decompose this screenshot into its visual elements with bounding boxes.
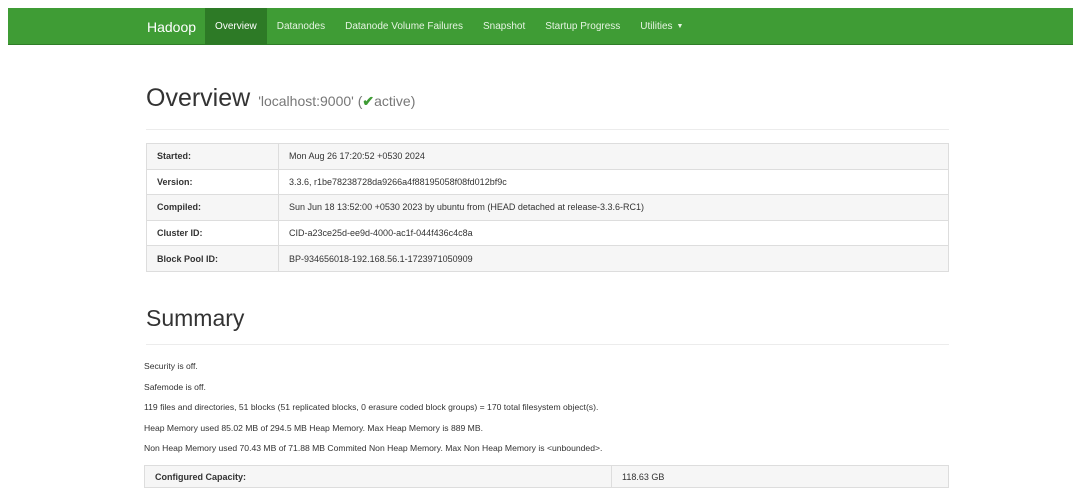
table-row: Cluster ID: CID-a23ce25d-ee9d-4000-ac1f-… <box>146 219 949 247</box>
table-row: Started: Mon Aug 26 17:20:52 +0530 2024 <box>146 143 949 170</box>
overview-subtitle: 'localhost:9000' (✔active) <box>258 93 415 110</box>
non-heap-memory: Non Heap Memory used 70.43 MB of 71.88 M… <box>144 443 603 453</box>
nav-startup-progress[interactable]: Startup Progress <box>535 8 630 45</box>
nav-snapshot[interactable]: Snapshot <box>473 8 535 45</box>
info-key-compiled: Compiled: <box>146 194 279 221</box>
overview-title: Overview <box>146 84 251 112</box>
status-close-paren: ) <box>410 93 416 109</box>
info-value-started: Mon Aug 26 17:20:52 +0530 2024 <box>278 143 949 170</box>
table-row: Compiled: Sun Jun 18 13:52:00 +0530 2023… <box>146 194 949 221</box>
info-value-block-pool-id: BP-934656018-192.168.56.1-1723971050909 <box>278 245 949 272</box>
security-status: Security is off. <box>144 361 198 371</box>
info-value-version: 3.3.6, r1be78238728da9266a4f88195058f08f… <box>278 168 949 196</box>
nav-utilities-dropdown[interactable]: Utilities ▼ <box>630 8 693 45</box>
filesystem-objects: 119 files and directories, 51 blocks (51… <box>144 402 599 412</box>
nav-overview[interactable]: Overview <box>205 8 267 45</box>
table-row: Configured Capacity: 118.63 GB <box>144 465 949 488</box>
brand-link[interactable]: Hadoop <box>138 8 205 45</box>
top-navbar: Hadoop Overview Datanodes Datanode Volum… <box>8 8 1073 45</box>
nav-utilities-label: Utilities <box>640 21 673 32</box>
status-active: active <box>374 93 411 109</box>
info-value-compiled: Sun Jun 18 13:52:00 +0530 2023 by ubuntu… <box>278 194 949 221</box>
nav-datanodes[interactable]: Datanodes <box>267 8 335 45</box>
summary-header: Summary <box>146 305 949 345</box>
info-key-block-pool-id: Block Pool ID: <box>146 245 279 272</box>
heap-memory: Heap Memory used 85.02 MB of 294.5 MB He… <box>144 422 483 433</box>
namenode-address: 'localhost:9000' <box>258 93 354 109</box>
safemode-status: Safemode is off. <box>144 381 206 392</box>
configured-capacity-value: 118.63 GB <box>611 465 949 488</box>
info-key-cluster-id: Cluster ID: <box>146 219 279 247</box>
overview-header: Overview 'localhost:9000' (✔active) <box>146 84 949 130</box>
configured-capacity-label: Configured Capacity: <box>144 465 612 488</box>
page-title: Overview 'localhost:9000' (✔active) <box>146 84 949 113</box>
info-value-cluster-id: CID-a23ce25d-ee9d-4000-ac1f-044f436c4c8a <box>278 219 949 247</box>
table-row: Version: 3.3.6, r1be78238728da9266a4f881… <box>146 168 949 196</box>
summary-title: Summary <box>146 305 245 331</box>
overview-info-table: Started: Mon Aug 26 17:20:52 +0530 2024 … <box>146 143 949 272</box>
table-row: Block Pool ID: BP-934656018-192.168.56.1… <box>146 245 949 272</box>
summary-text: Security is off. Safemode is off. 119 fi… <box>144 360 949 463</box>
caret-down-icon: ▼ <box>676 23 684 30</box>
info-key-version: Version: <box>146 168 279 196</box>
summary-table: Configured Capacity: 118.63 GB <box>144 465 949 488</box>
check-icon: ✔ <box>362 93 375 109</box>
nav-datanode-volume-failures[interactable]: Datanode Volume Failures <box>335 8 473 45</box>
info-key-started: Started: <box>146 143 279 170</box>
